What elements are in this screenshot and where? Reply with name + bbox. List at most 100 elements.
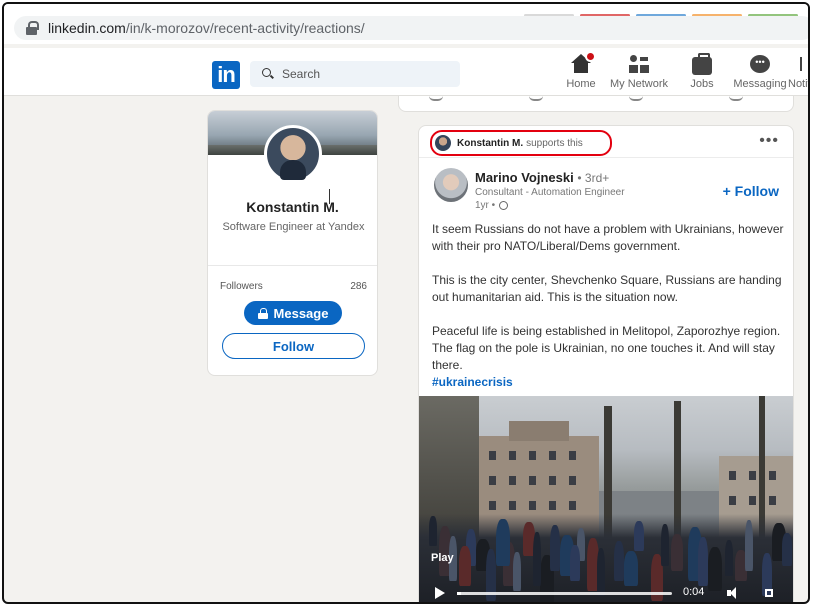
video-progress-fill	[457, 592, 462, 595]
nav-messaging[interactable]: ••• Messaging	[732, 52, 788, 90]
play-icon[interactable]	[435, 587, 445, 599]
volume-icon[interactable]	[727, 586, 741, 600]
post-time: 1yr •	[475, 200, 509, 211]
padlock-icon	[257, 307, 268, 319]
video-window	[549, 501, 556, 510]
video-controls: 0:04	[419, 577, 793, 602]
post-paragraph: Peaceful life is being established in Me…	[432, 324, 781, 372]
video-window	[569, 451, 576, 460]
notification-dot	[585, 51, 596, 62]
tab-strip	[524, 4, 808, 17]
divider	[208, 265, 377, 266]
video-person	[429, 516, 437, 546]
browser-toolbar: linkedin.com/in/k-morozov/recent-activit…	[4, 4, 808, 44]
comment-icon	[529, 96, 543, 101]
video-person	[614, 541, 624, 581]
video-person	[496, 519, 510, 566]
author-name-line[interactable]: Marino Vojneski • 3rd+	[475, 170, 609, 185]
address-bar[interactable]: linkedin.com/in/k-morozov/recent-activit…	[14, 16, 808, 40]
linkedin-navbar: in Search Home My Network Jobs ••• Messa…	[4, 48, 808, 96]
followers-label: Followers	[220, 281, 263, 292]
post-body: It seem Russians do not have a problem w…	[432, 221, 784, 391]
video-person	[550, 525, 560, 571]
reaction-icon	[429, 96, 443, 101]
messaging-icon: •••	[750, 55, 770, 73]
post-age: 1yr •	[475, 200, 496, 211]
nav-home-label: Home	[566, 78, 596, 90]
video-window	[749, 496, 756, 505]
briefcase-icon	[692, 53, 712, 75]
nav-notifications[interactable]: Notif	[788, 52, 808, 90]
hashtag-link[interactable]: #ukrainecrisis	[432, 375, 513, 389]
video-window	[509, 501, 516, 510]
linkedin-logo[interactable]: in	[212, 61, 240, 89]
video-window	[529, 476, 536, 485]
profile-card: Konstantin M. Software Engineer at Yande…	[207, 110, 378, 376]
post-context-header: Konstantin M. supports this •••	[419, 126, 793, 158]
video-time: 0:04	[683, 586, 705, 598]
search-input[interactable]: Search	[250, 61, 460, 87]
video-person	[725, 540, 733, 576]
profile-name[interactable]: Konstantin M.	[208, 199, 377, 215]
home-icon	[570, 51, 596, 74]
red-annotation-circle	[430, 130, 612, 156]
video-person	[671, 534, 683, 571]
author-avatar[interactable]	[434, 168, 468, 202]
post-paragraph: This is the city center, Shevchenko Squa…	[432, 273, 782, 304]
message-button-label: Message	[273, 305, 329, 321]
url-path: /in/k-morozov/recent-activity/reactions/	[125, 20, 365, 36]
video-window	[549, 476, 556, 485]
post-paragraph: It seem Russians do not have a problem w…	[432, 222, 784, 253]
nav-my-network[interactable]: My Network	[608, 52, 670, 90]
video-window	[749, 471, 756, 480]
video-window	[569, 501, 576, 510]
video-person	[745, 520, 753, 571]
follow-button-label: Follow	[272, 338, 315, 354]
video-window	[769, 496, 776, 505]
profile-avatar[interactable]	[264, 125, 322, 183]
video-window	[509, 451, 516, 460]
video-window	[549, 451, 556, 460]
search-icon	[262, 68, 274, 80]
video-progress-bar[interactable]	[457, 592, 672, 595]
mouse-cursor-icon	[329, 189, 341, 205]
url-host: linkedin.com	[48, 20, 126, 36]
video-person	[570, 545, 580, 581]
previous-post-footer	[398, 96, 794, 112]
follow-button[interactable]: Follow	[222, 333, 365, 359]
play-label: Play	[431, 552, 454, 564]
nav-jobs[interactable]: Jobs	[684, 52, 720, 90]
followers-count: 286	[350, 281, 367, 292]
nav-messaging-label: Messaging	[733, 78, 787, 90]
video-window	[729, 471, 736, 480]
video-building	[509, 421, 569, 441]
lock-icon	[26, 21, 39, 35]
nav-jobs-label: Jobs	[690, 78, 714, 90]
browser-window: linkedin.com/in/k-morozov/recent-activit…	[2, 2, 810, 604]
globe-icon	[499, 201, 509, 210]
connection-degree: • 3rd+	[577, 171, 610, 185]
followers-row[interactable]: Followers 286	[220, 281, 367, 292]
video-person	[634, 521, 644, 551]
video-window	[489, 451, 496, 460]
profile-headline: Software Engineer at Yandex	[222, 221, 365, 233]
video-window	[529, 501, 536, 510]
author-name[interactable]: Marino Vojneski	[475, 170, 574, 185]
send-icon	[729, 96, 743, 101]
video-window	[569, 476, 576, 485]
fullscreen-icon[interactable]	[763, 587, 775, 599]
video-window	[729, 496, 736, 505]
follow-author-button[interactable]: + Follow	[723, 183, 779, 199]
video-person	[661, 524, 669, 566]
search-placeholder: Search	[282, 67, 321, 81]
author-title: Consultant - Automation Engineer	[475, 187, 625, 198]
nav-home[interactable]: Home	[560, 51, 602, 90]
more-options-icon[interactable]: •••	[759, 132, 779, 150]
nav-my-network-label: My Network	[609, 78, 669, 90]
video-person	[782, 533, 792, 566]
bell-icon	[800, 57, 808, 71]
video-player[interactable]: Play 0:04	[419, 396, 793, 602]
network-icon	[628, 54, 650, 74]
video-window	[489, 501, 496, 510]
message-button[interactable]: Message	[244, 301, 342, 325]
